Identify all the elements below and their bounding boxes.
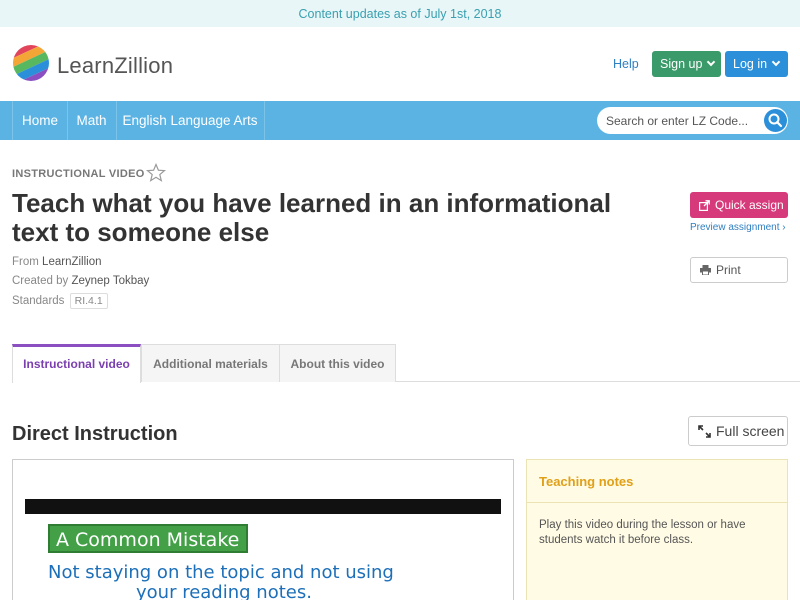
chevron-down-icon [707, 57, 716, 67]
meta-from-label: From [12, 256, 39, 268]
meta-standards-label: Standards [12, 295, 65, 307]
full-screen-label: Full screen [716, 423, 785, 439]
sign-up-label: Sign up [660, 57, 703, 71]
meta-created-label: Created by [12, 275, 69, 287]
quick-assign-button[interactable]: Quick assign [690, 192, 788, 218]
share-icon [699, 200, 710, 211]
meta-created-by: Created by Zeynep Tokbay [12, 275, 149, 287]
main-nav: Home Math English Language Arts [0, 101, 800, 140]
teaching-notes-panel: Teaching notes Play this video during th… [526, 459, 788, 600]
full-screen-button[interactable]: Full screen [688, 416, 788, 446]
search-input[interactable] [597, 107, 762, 134]
content-tabs: Instructional video Additional materials… [12, 344, 800, 383]
site-header: LearnZillion Help Sign up Log in [0, 27, 800, 101]
favorite-star-icon[interactable] [146, 163, 166, 183]
print-label: Print [716, 263, 741, 277]
print-button[interactable]: Print [690, 257, 788, 283]
meta-from: From LearnZillion [12, 256, 102, 268]
sign-up-button[interactable]: Sign up [652, 51, 721, 77]
search-icon [768, 113, 783, 128]
help-link[interactable]: Help [613, 57, 639, 71]
search-button[interactable] [764, 109, 787, 132]
video-slide-label: A Common Mistake [48, 524, 248, 553]
content-type-label: INSTRUCTIONAL VIDEO [12, 168, 145, 180]
learnzillion-logo-icon[interactable] [12, 44, 50, 82]
tab-instructional-video[interactable]: Instructional video [12, 344, 141, 383]
nav-item-home[interactable]: Home [12, 101, 68, 140]
meta-created-value[interactable]: Zeynep Tokbay [71, 275, 149, 287]
teaching-notes-body: Play this video during the lesson or hav… [539, 519, 746, 546]
video-top-bar [25, 499, 501, 514]
meta-standards: Standards RI.4.1 [12, 293, 108, 309]
expand-icon [698, 425, 711, 438]
preview-assignment-link[interactable]: Preview assignment › [690, 222, 786, 233]
nav-item-ela[interactable]: English Language Arts [116, 101, 265, 140]
video-player[interactable]: A Common Mistake Not staying on the topi… [12, 459, 514, 600]
log-in-label: Log in [733, 57, 768, 71]
print-icon [700, 265, 711, 275]
video-slide-line: Not staying on the topic and not using [48, 562, 394, 583]
video-slide-text: Not staying on the topic and not using y… [48, 563, 498, 600]
brand-name[interactable]: LearnZillion [57, 53, 173, 79]
meta-from-value[interactable]: LearnZillion [42, 256, 101, 268]
chevron-down-icon [771, 57, 781, 67]
tab-about-this-video[interactable]: About this video [279, 344, 396, 382]
standard-badge[interactable]: RI.4.1 [69, 293, 108, 309]
page-title: Teach what you have learned in an inform… [12, 188, 612, 247]
section-title: Direct Instruction [12, 423, 178, 445]
search-box [597, 107, 788, 134]
teaching-notes-heading: Teaching notes [527, 460, 787, 503]
content-update-banner: Content updates as of July 1st, 2018 [0, 0, 800, 27]
tab-additional-materials[interactable]: Additional materials [141, 344, 280, 382]
nav-item-math[interactable]: Math [67, 101, 117, 140]
log-in-button[interactable]: Log in [725, 51, 788, 77]
quick-assign-label: Quick assign [715, 198, 784, 212]
video-slide-line: your reading notes. [136, 582, 312, 600]
